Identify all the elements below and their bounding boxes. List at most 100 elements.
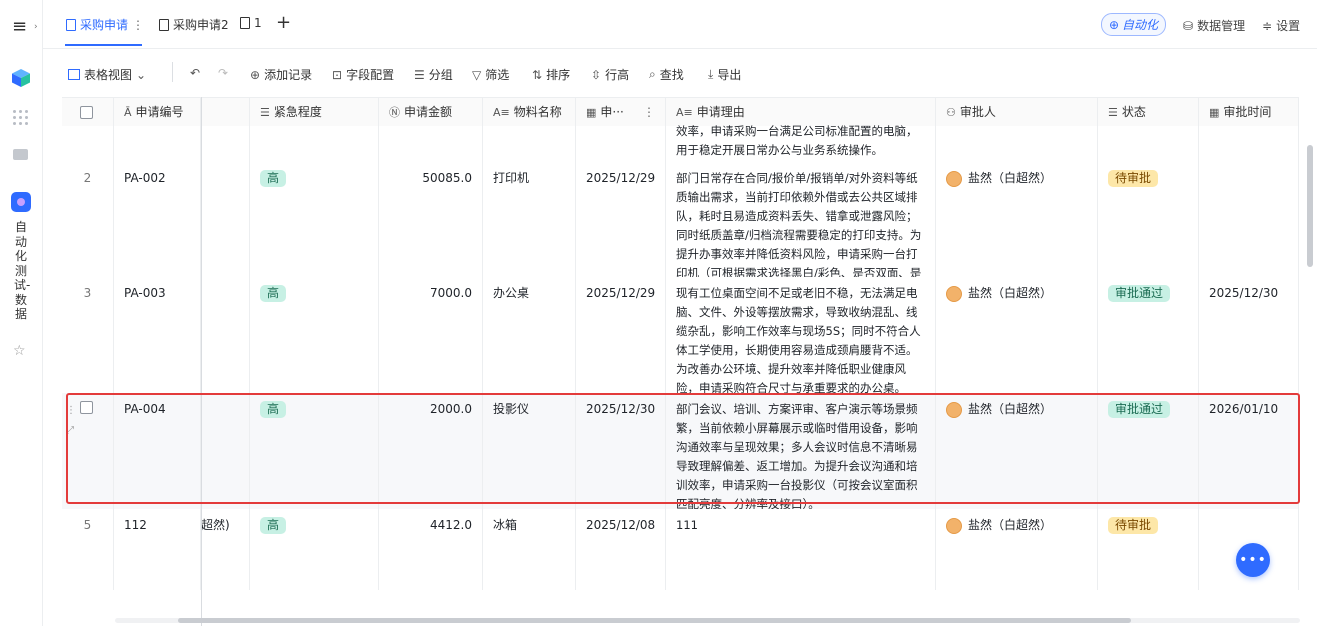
undo-button[interactable]: ↶ [190, 66, 200, 80]
filter-button[interactable]: ▽ 筛选 [472, 66, 509, 83]
data-manage-button[interactable]: ⛁ 数据管理 [1183, 17, 1245, 34]
view-label: 表格视图 [84, 68, 133, 82]
frozen-column-divider[interactable] [201, 97, 202, 626]
menu-icon[interactable]: ≡ [12, 18, 27, 36]
approver-cell[interactable]: 盐然（白超然） [936, 162, 1098, 277]
chevron-down-icon: ⌄ [136, 67, 147, 82]
table-icon [66, 18, 76, 31]
hidden-cell[interactable] [201, 277, 250, 393]
status-badge: 待审批 [1108, 517, 1159, 534]
header-amount[interactable]: Ⓝ 申请金额 [379, 98, 483, 127]
number-field-icon: Ⓝ [389, 106, 400, 119]
approver-cell[interactable]: 盐然（白超然） [936, 277, 1098, 393]
automation-label: 自动化 [1122, 18, 1159, 32]
material-cell[interactable]: 办公桌 [483, 277, 576, 393]
date-cell[interactable]: 2025/12/29 [576, 162, 666, 277]
status-cell[interactable]: 待审批 [1098, 162, 1199, 277]
toolbar-divider [172, 62, 173, 82]
app-logo-icon[interactable] [11, 192, 31, 212]
amount-cell[interactable]: 50085.0 [379, 162, 483, 277]
hidden-cell[interactable] [201, 162, 250, 277]
table-row[interactable]: 3 PA-003 高 7000.0 办公桌 2025/12/29 现有工位桌面空… [62, 277, 1299, 394]
find-button[interactable]: ⌕ 查找 [649, 66, 684, 83]
header-label: 申··· [600, 105, 624, 119]
apps-grid-icon[interactable] [13, 110, 29, 126]
row-height-button[interactable]: ⇳ 行高 [591, 66, 629, 83]
table-row[interactable]: 效率，申请采购一台满足公司标准配置的电脑，用于稳定开展日常办公与业务系统操作。 [62, 122, 1299, 163]
avatar [946, 170, 962, 187]
header-approver[interactable]: ⚇ 审批人 [936, 98, 1098, 127]
automation-button[interactable]: ⊕ 自动化 [1101, 13, 1166, 36]
search-icon: ⌕ [649, 67, 656, 81]
horizontal-scrollbar-thumb[interactable] [178, 618, 1131, 623]
code-cell[interactable]: PA-002 [114, 162, 201, 277]
urgency-cell[interactable]: 高 [250, 277, 379, 393]
reason-cell[interactable]: 效率，申请采购一台满足公司标准配置的电脑，用于稳定开展日常办公与业务系统操作。 [666, 122, 936, 162]
approver-cell[interactable]: 盐然（白超然） [936, 509, 1098, 590]
code-cell[interactable]: 112 [114, 509, 201, 590]
filter-icon: ▽ [472, 67, 482, 82]
tab-1[interactable]: 1 [240, 16, 262, 30]
undo-icon: ↶ [190, 66, 201, 80]
select-all-checkbox[interactable] [62, 98, 114, 127]
row-height-label: 行高 [605, 68, 630, 82]
approve-time-cell[interactable]: 2025/12/30 [1199, 277, 1299, 393]
plus-circle-icon: ⊕ [250, 67, 261, 82]
cube-icon[interactable] [11, 68, 31, 88]
sort-button[interactable]: ⇅ 排序 [532, 66, 570, 83]
date-cell[interactable]: 2025/12/29 [576, 277, 666, 393]
active-tab-indicator [65, 44, 142, 46]
view-switcher[interactable]: 表格视图 ⌄ [68, 66, 146, 83]
long-text-icon: A≡ [493, 106, 510, 119]
table-row[interactable]: 5 112 超然) 高 4412.0 冰箱 2025/12/08 111 盐然（… [62, 509, 1299, 590]
status-cell[interactable]: 审批通过 [1098, 277, 1199, 393]
person-icon: ⚇ [946, 106, 956, 119]
hidden-cell[interactable]: 超然) [201, 509, 250, 590]
header-label: 状态 [1121, 105, 1146, 119]
more-icon[interactable]: ⋮ [132, 18, 144, 32]
header-code[interactable]: Ā 申请编号 [114, 98, 201, 127]
header-label: 物料名称 [513, 105, 562, 119]
material-cell[interactable]: 冰箱 [483, 509, 576, 590]
header-approve-time[interactable]: ▦ 审批时间 [1199, 98, 1299, 127]
settings-label: 设置 [1276, 19, 1301, 33]
group-button[interactable]: ☰ 分组 [414, 66, 453, 83]
header-material[interactable]: A≡ 物料名称 [483, 98, 576, 127]
material-cell[interactable]: 打印机 [483, 162, 576, 277]
header-urgency[interactable]: ☰ 紧急程度 [250, 98, 379, 127]
sort-icon: ⇅ [532, 67, 543, 82]
field-config-button[interactable]: ⊡ 字段配置 [332, 66, 394, 83]
header-status[interactable]: ☰ 状态 [1098, 98, 1199, 127]
date-cell[interactable]: 2025/12/08 [576, 509, 666, 590]
approver-name: 盐然（白超然） [968, 286, 1053, 300]
add-tab-button[interactable]: + [276, 12, 291, 33]
amount-cell[interactable]: 4412.0 [379, 509, 483, 590]
amount-cell[interactable]: 7000.0 [379, 277, 483, 393]
header-date[interactable]: ▦ 申··· ⋮ [576, 98, 666, 127]
avatar [946, 285, 962, 302]
calendar-icon: ▦ [586, 106, 597, 119]
export-button[interactable]: ⤓ 导出 [708, 66, 741, 83]
table-row[interactable]: 2 PA-002 高 50085.0 打印机 2025/12/29 部门日常存在… [62, 162, 1299, 278]
add-record-button[interactable]: ⊕ 添加记录 [250, 66, 312, 83]
settings-button[interactable]: ≑ 设置 [1262, 17, 1300, 34]
folder-icon[interactable] [13, 149, 28, 160]
star-icon[interactable]: ☆ [13, 343, 26, 359]
code-cell[interactable]: PA-003 [114, 277, 201, 393]
chevron-right-icon[interactable]: › [34, 22, 38, 32]
reason-cell[interactable]: 现有工位桌面空间不足或老旧不稳，无法满足电脑、文件、外设等摆放需求，导致收纳混乱… [666, 277, 936, 393]
vertical-scrollbar-thumb[interactable] [1307, 145, 1313, 267]
tab-purchase-request-2[interactable]: 采购申请2 [159, 16, 229, 33]
row-index: 5 [62, 509, 114, 590]
reason-cell[interactable]: 111 [666, 509, 936, 590]
more-actions-button[interactable]: ••• [1236, 543, 1270, 577]
redo-button[interactable]: ↷ [218, 66, 228, 80]
urgency-cell[interactable]: 高 [250, 509, 379, 590]
tab-purchase-request[interactable]: 采购申请 ⋮ [66, 16, 144, 33]
urgency-cell[interactable]: 高 [250, 162, 379, 277]
approve-time-cell[interactable] [1199, 162, 1299, 277]
reason-cell[interactable]: 部门日常存在合同/报价单/报销单/对外资料等纸质输出需求，当前打印依赖外借或去公… [666, 162, 936, 277]
app-name[interactable]: 自动化测试-数据 [14, 220, 30, 322]
column-more-icon[interactable]: ⋮ [643, 98, 655, 127]
status-cell[interactable]: 待审批 [1098, 509, 1199, 590]
